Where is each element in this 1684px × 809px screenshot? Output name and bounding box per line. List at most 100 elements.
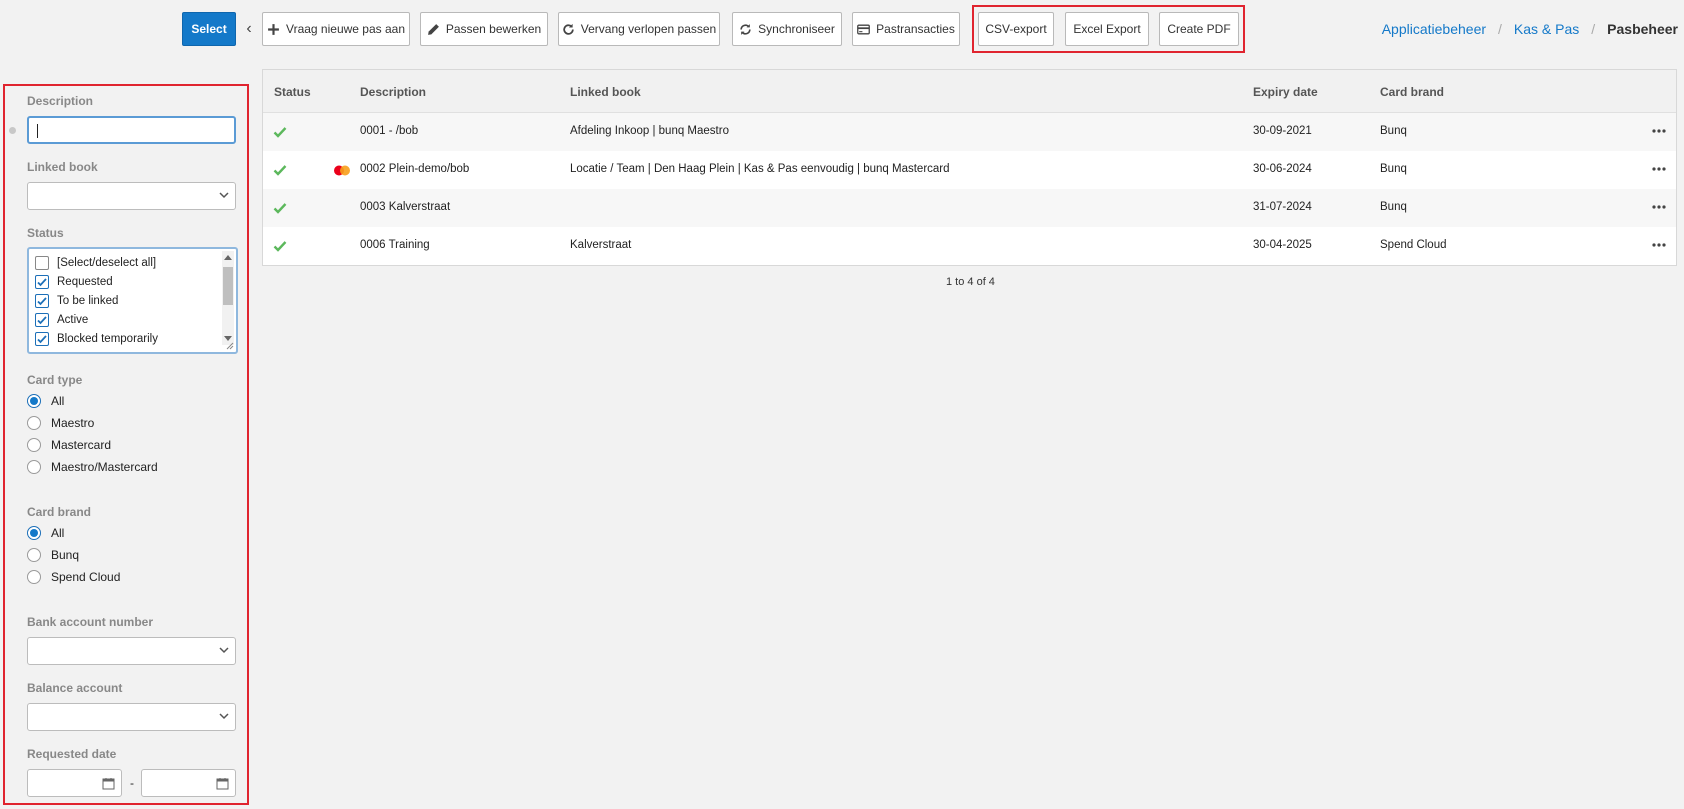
create-pdf-button[interactable]: Create PDF xyxy=(1159,12,1239,46)
breadcrumb: Applicatiebeheer / Kas & Pas / Pasbeheer xyxy=(1284,12,1684,46)
cards-table: Status Description Linked book Expiry da… xyxy=(262,69,1677,266)
card-type-all[interactable]: All xyxy=(27,394,64,408)
column-header-description[interactable]: Description xyxy=(360,85,426,99)
card-brand-spend-cloud[interactable]: Spend Cloud xyxy=(27,570,120,584)
column-header-card-brand[interactable]: Card brand xyxy=(1380,85,1444,99)
bank-account-select[interactable] xyxy=(27,637,236,665)
radio-label: Maestro/Mastercard xyxy=(51,460,158,474)
cell-linked-book: Locatie / Team | Den Haag Plein | Kas & … xyxy=(570,163,950,175)
card-type-maestro[interactable]: Maestro xyxy=(27,416,94,430)
description-label: Description xyxy=(27,94,94,108)
cell-linked-book: Afdeling Inkoop | bunq Maestro xyxy=(570,125,729,137)
status-option-label: Blocked temporarily xyxy=(57,332,158,345)
table-row[interactable]: 0002 Plein-demo/bob Locatie / Team | Den… xyxy=(263,151,1676,189)
cell-card-brand: Bunq xyxy=(1380,201,1407,213)
radio-button[interactable] xyxy=(27,416,41,430)
linked-book-select[interactable] xyxy=(27,182,236,210)
breadcrumb-separator: / xyxy=(1498,21,1502,37)
request-new-card-label: Vraag nieuwe pas aan xyxy=(286,22,405,36)
edit-cards-button[interactable]: Passen bewerken xyxy=(420,12,548,46)
checkbox[interactable] xyxy=(35,293,49,308)
checkbox[interactable] xyxy=(35,255,49,270)
status-listbox[interactable]: [Select/deselect all] Requested To be li… xyxy=(27,247,238,354)
filter-panel: Description Linked book Status [Select/d… xyxy=(4,0,250,809)
cell-expiry-date: 30-04-2025 xyxy=(1253,239,1312,251)
checkmark-icon xyxy=(37,277,47,286)
chevron-down-icon xyxy=(219,713,229,720)
table-row[interactable]: 0001 - /bob Afdeling Inkoop | bunq Maest… xyxy=(263,113,1676,151)
check-icon xyxy=(273,127,287,138)
scrollbar-thumb[interactable] xyxy=(223,267,233,305)
column-header-status[interactable]: Status xyxy=(274,85,311,99)
status-option-label: Requested xyxy=(57,275,113,288)
description-input[interactable] xyxy=(27,116,236,144)
more-options-icon[interactable] xyxy=(1652,126,1666,136)
more-options-icon[interactable] xyxy=(1652,164,1666,174)
checkmark-icon xyxy=(37,334,47,343)
radio-label: All xyxy=(51,394,65,408)
breadcrumb-applicatiebeheer[interactable]: Applicatiebeheer xyxy=(1382,21,1486,37)
checkbox[interactable] xyxy=(35,274,49,289)
calendar-icon[interactable] xyxy=(216,777,229,790)
cell-expiry-date: 31-07-2024 xyxy=(1253,201,1312,213)
radio-button[interactable] xyxy=(27,394,41,408)
card-brand-all[interactable]: All xyxy=(27,526,64,540)
breadcrumb-kas-pas[interactable]: Kas & Pas xyxy=(1514,21,1579,37)
csv-export-button[interactable]: CSV-export xyxy=(978,12,1054,46)
more-options-icon[interactable] xyxy=(1652,240,1666,250)
checkmark-icon xyxy=(37,315,47,324)
requested-date-to[interactable] xyxy=(141,769,236,797)
cell-card-brand: Bunq xyxy=(1380,125,1407,137)
radio-button[interactable] xyxy=(27,548,41,562)
status-option-label: Active xyxy=(57,313,89,326)
radio-button[interactable] xyxy=(27,526,41,540)
balance-account-label: Balance account xyxy=(27,681,123,695)
status-option-label: [Select/deselect all] xyxy=(57,256,157,269)
table-row[interactable]: 0006 Training Kalverstraat 30-04-2025 Sp… xyxy=(263,227,1676,265)
requested-date-from[interactable] xyxy=(27,769,122,797)
radio-button[interactable] xyxy=(27,570,41,584)
card-type-mastercard[interactable]: Mastercard xyxy=(27,438,111,452)
scroll-up-arrow-icon[interactable] xyxy=(224,255,232,260)
mastercard-logo-icon xyxy=(334,165,350,176)
calendar-icon[interactable] xyxy=(102,777,115,790)
pencil-icon xyxy=(427,23,439,35)
checkbox[interactable] xyxy=(35,312,49,327)
more-options-icon[interactable] xyxy=(1652,202,1666,212)
checkmark-icon xyxy=(37,296,47,305)
refresh-icon xyxy=(563,23,574,35)
status-option-select-all[interactable]: [Select/deselect all] xyxy=(35,253,156,272)
cell-card-brand: Bunq xyxy=(1380,163,1407,175)
chevron-down-icon xyxy=(219,192,229,199)
check-icon xyxy=(273,241,287,252)
listbox-scrollbar[interactable] xyxy=(222,251,234,345)
card-transactions-button[interactable]: Pastransacties xyxy=(852,12,960,46)
resize-grip-icon[interactable] xyxy=(224,340,234,350)
cell-description: 0002 Plein-demo/bob xyxy=(360,163,470,175)
status-option-requested[interactable]: Requested xyxy=(35,272,113,291)
requested-date-label: Requested date xyxy=(27,747,117,761)
radio-label: Mastercard xyxy=(51,438,112,452)
checkbox[interactable] xyxy=(35,331,49,346)
status-option-blocked-temporarily[interactable]: Blocked temporarily xyxy=(35,329,158,348)
column-header-linked-book[interactable]: Linked book xyxy=(570,85,641,99)
radio-button[interactable] xyxy=(27,438,41,452)
balance-account-select[interactable] xyxy=(27,703,236,731)
synchronize-button[interactable]: Synchroniseer xyxy=(732,12,842,46)
edit-cards-label: Passen bewerken xyxy=(445,22,542,36)
column-header-expiry-date[interactable]: Expiry date xyxy=(1253,85,1318,99)
cell-description: 0006 Training xyxy=(360,239,430,251)
table-row[interactable]: 0003 Kalverstraat 31-07-2024 Bunq xyxy=(263,189,1676,227)
status-option-active[interactable]: Active xyxy=(35,310,88,329)
radio-button[interactable] xyxy=(27,460,41,474)
replace-expired-cards-button[interactable]: Vervang verlopen passen xyxy=(558,12,720,46)
card-type-maestro-mastercard[interactable]: Maestro/Mastercard xyxy=(27,460,158,474)
card-brand-bunq[interactable]: Bunq xyxy=(27,548,79,562)
breadcrumb-current: Pasbeheer xyxy=(1607,21,1678,37)
synchronize-label: Synchroniseer xyxy=(758,22,835,36)
excel-export-button[interactable]: Excel Export xyxy=(1065,12,1149,46)
status-option-label: To be linked xyxy=(57,294,119,307)
request-new-card-button[interactable]: Vraag nieuwe pas aan xyxy=(262,12,410,46)
status-option-to-be-linked[interactable]: To be linked xyxy=(35,291,118,310)
card-brand-label: Card brand xyxy=(27,505,92,519)
